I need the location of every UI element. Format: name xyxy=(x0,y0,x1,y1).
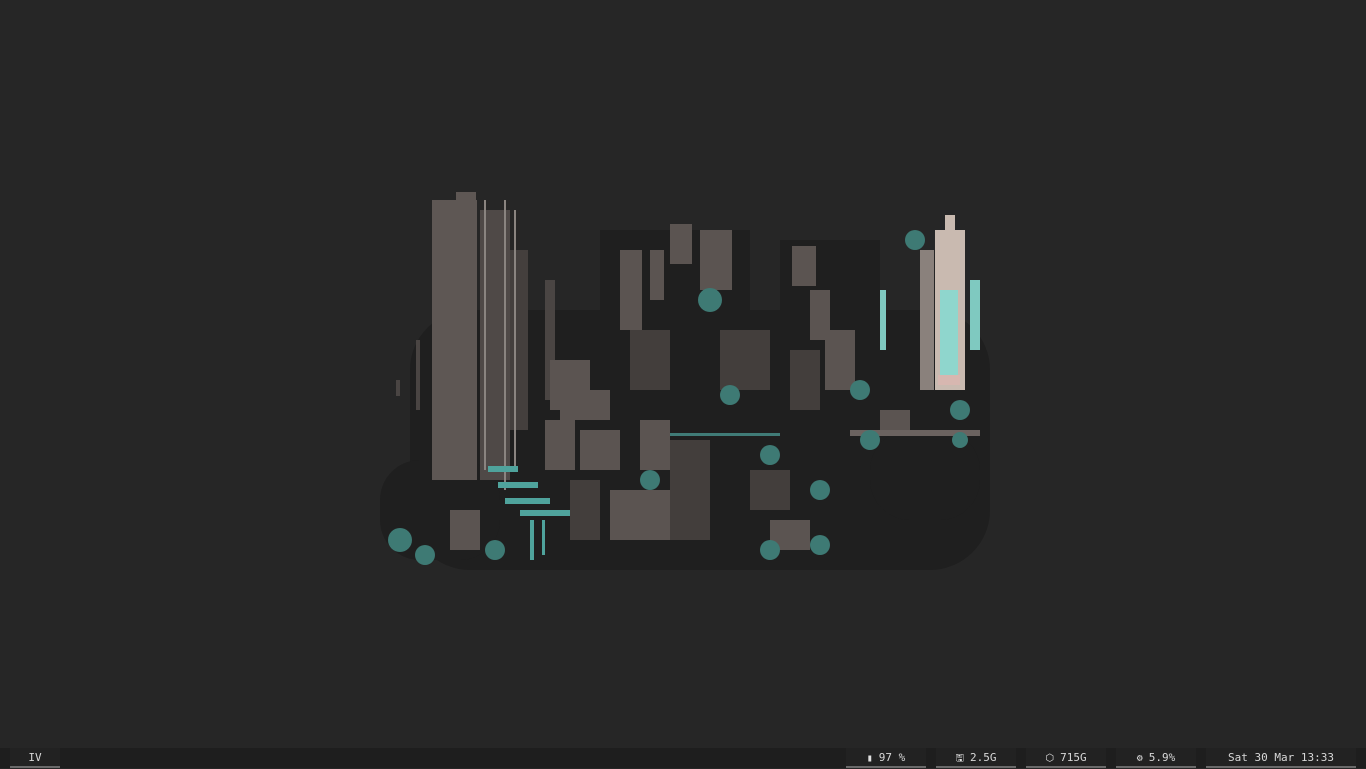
wallpaper-pixel-art-ruins xyxy=(380,192,990,570)
workspace-label: IV xyxy=(28,751,42,764)
gears-icon: ⚙ xyxy=(1136,753,1143,764)
battery-icon: ▮ xyxy=(866,753,873,764)
disk-value: 715G xyxy=(1060,751,1087,764)
desktop xyxy=(0,0,1366,748)
clock-module[interactable]: Sat 30 Mar 13:33 xyxy=(1206,748,1356,768)
workspace-indicator[interactable]: IV xyxy=(10,748,60,768)
cpu-module[interactable]: ⚙ 5.9% xyxy=(1116,748,1196,768)
battery-value: 97 % xyxy=(878,751,906,764)
disk-module[interactable]: ⬡ 715G xyxy=(1026,748,1106,768)
battery-module[interactable]: ▮ 97 % xyxy=(846,748,926,768)
memory-module[interactable]: 🖫 2.5G xyxy=(936,748,1016,768)
status-bar: IV ▮ 97 % 🖫 2.5G ⬡ 715G ⚙ 5.9% Sat 30 Mar 13… xyxy=(0,748,1366,768)
clock-text: Sat 30 Mar 13:33 xyxy=(1228,751,1334,764)
package-box-icon: ⬡ xyxy=(1045,753,1055,764)
floppy-disk-icon: 🖫 xyxy=(955,753,965,764)
memory-value: 2.5G xyxy=(970,751,997,764)
cpu-value: 5.9% xyxy=(1148,751,1176,764)
